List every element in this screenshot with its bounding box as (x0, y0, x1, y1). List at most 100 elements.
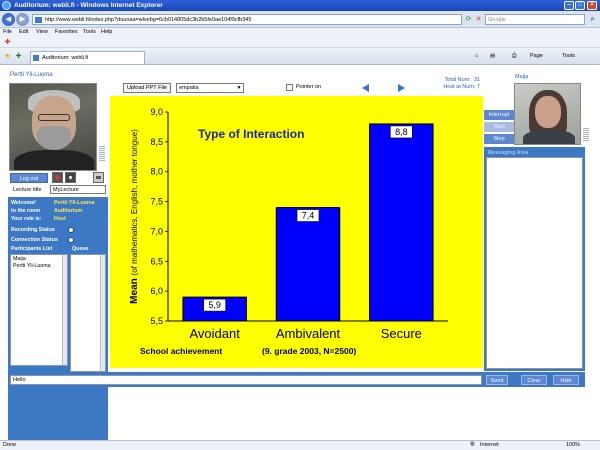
right-video-grip-handle[interactable] (583, 128, 589, 142)
participants-scrollbar[interactable] (62, 255, 67, 365)
menu-view[interactable]: View (36, 29, 48, 35)
prev-slide-icon[interactable] (362, 84, 369, 92)
presentation-select[interactable]: empatia ▼ (176, 83, 244, 93)
url-text: http://www.webli.fi/index.php?duunaa=wlv… (45, 17, 252, 23)
tab-auditorium[interactable]: Auditorium: webli.fi (30, 51, 145, 64)
feeds-icon[interactable]: ▤ (490, 52, 495, 61)
total-num-value: 31 (473, 77, 480, 83)
stop-record-icon[interactable] (65, 172, 76, 183)
stop-button[interactable]: Stop (484, 134, 514, 144)
menu-file[interactable]: File (3, 29, 12, 35)
chevron-down-icon[interactable]: ▼ (235, 84, 243, 92)
bar (275, 207, 341, 322)
clear-button[interactable]: Clear (521, 375, 547, 385)
chart-title: Type of Interaction (198, 127, 304, 141)
stop-icon[interactable]: ✕ (474, 15, 483, 24)
back-arrow-icon[interactable]: ◀ (2, 13, 15, 26)
links-bar: ✚ (0, 38, 600, 48)
participant-video (514, 83, 581, 145)
menu-edit[interactable]: Edit (19, 29, 28, 35)
zone-text: Internet (480, 442, 499, 448)
title-bar: Auditorium: webli.fi - Windows Internet … (0, 0, 600, 11)
messaging-panel: Messaging Area (484, 147, 585, 371)
record-icon[interactable] (52, 172, 63, 183)
pointer-checkbox[interactable] (286, 84, 293, 91)
camera-icon[interactable] (93, 172, 104, 183)
search-input[interactable]: Google (485, 14, 585, 25)
tools-menu[interactable]: Tools (562, 52, 575, 61)
role-label: Your role is: (11, 216, 42, 222)
start-button[interactable]: Start (484, 122, 514, 132)
y-tick-label: 9,0 (150, 107, 163, 117)
host-num-value: 7 (476, 84, 480, 90)
room-label: to the room (11, 208, 41, 214)
menu-tools[interactable]: Tools (83, 29, 96, 35)
connection-status-icon (68, 237, 74, 243)
messaging-area-label: Messaging Area (488, 150, 529, 156)
favorites-star-icon[interactable]: ★ (3, 52, 12, 61)
chat-input[interactable]: Hello (10, 375, 482, 385)
minimize-button[interactable]: – (564, 1, 574, 10)
hide-button[interactable]: Hide (553, 375, 579, 385)
welcome-label: Welcome! (11, 200, 36, 206)
bar (369, 123, 434, 322)
presenter-name: Pertti Yli-Luoma (10, 72, 53, 78)
forward-arrow-icon[interactable]: ▶ (16, 13, 29, 26)
connection-status-label: Connection Status (11, 237, 58, 243)
queue-scrollbar[interactable] (100, 255, 105, 371)
participant-item[interactable]: Pertti Yli-Luoma (13, 263, 65, 270)
bar-chart: 5,5 6,0 6,5 7,0 7,5 8,0 8,5 9,0 5,9 Avoidant 7,4 Am… (129, 107, 448, 356)
participant-item[interactable]: Maija (13, 256, 65, 263)
next-slide-icon[interactable] (398, 84, 405, 92)
y-tick-label: 8,5 (150, 137, 163, 147)
y-axis-label-main: Mean (129, 275, 140, 303)
data-label: 5,9 (208, 300, 221, 310)
home-icon[interactable]: ⌂ (475, 52, 478, 61)
refresh-icon[interactable]: ⟳ (464, 15, 473, 24)
interrupt-button[interactable]: Interrupt (484, 110, 514, 120)
participants-list[interactable]: Maija Pertti Yli-Luoma (10, 254, 68, 366)
y-tick-label: 5,5 (150, 316, 163, 326)
address-bar: ◀ ▶ http://www.webli.fi/index.php?duunaa… (0, 11, 600, 28)
queue-list[interactable] (70, 254, 106, 372)
menu-bar: File Edit View Favorites Tools Help (0, 28, 600, 38)
video-grip-handle[interactable] (99, 146, 105, 162)
zoom-level[interactable]: 100% (566, 442, 580, 448)
welcome-value: Pertti Yli-Luoma (54, 200, 95, 206)
add-favorite-icon[interactable]: ✚ (14, 52, 23, 61)
lecture-title-input[interactable]: MyLecture (50, 185, 106, 194)
menu-help[interactable]: Help (101, 29, 112, 35)
messaging-area[interactable] (486, 157, 583, 369)
page-menu[interactable]: Page (530, 52, 543, 61)
queue-label: Queue (72, 246, 89, 252)
print-icon[interactable]: ⎙ (512, 52, 516, 61)
maximize-button[interactable]: □ (575, 1, 585, 10)
search-icon[interactable]: ⌕ (587, 14, 598, 25)
menu-favorites[interactable]: Favorites (55, 29, 78, 35)
participants-label: Participants List (11, 246, 53, 252)
ie-logo-icon (2, 1, 11, 10)
y-tick-label: 7,0 (150, 226, 163, 236)
pointer-label: Pointer on (296, 84, 322, 90)
x-category-label: Ambivalent (276, 326, 341, 341)
x-axis-label: School achievement (140, 346, 222, 356)
role-value: Host (54, 216, 66, 222)
presenter-video (9, 83, 97, 171)
close-window-button[interactable]: × (587, 1, 597, 10)
send-button[interactable]: Send (486, 375, 508, 385)
tab-label: Auditorium: webli.fi (42, 55, 89, 61)
recording-status-icon (68, 227, 74, 233)
upload-ppt-button[interactable]: Upload PPT File (123, 83, 171, 93)
slide-counter: Total Num: 31 Host at Num: 7 (430, 77, 480, 91)
logout-button[interactable]: Log out (10, 173, 48, 183)
y-tick-label: 7,5 (150, 197, 163, 207)
total-num-label: Total Num: (444, 77, 471, 83)
chat-bar: Hello Send Clear Hide (8, 372, 585, 387)
page-favicon-icon (35, 17, 42, 23)
room-value: Auditorium (54, 208, 83, 214)
presentation-slide: 5,5 6,0 6,5 7,0 7,5 8,0 8,5 9,0 5,9 Avoidant 7,4 Am… (110, 96, 483, 368)
url-input[interactable]: http://www.webli.fi/index.php?duunaa=wlv… (32, 14, 462, 25)
links-icon[interactable]: ✚ (3, 38, 12, 47)
y-tick-label: 6,0 (150, 286, 163, 296)
data-label: 8,8 (395, 127, 408, 137)
